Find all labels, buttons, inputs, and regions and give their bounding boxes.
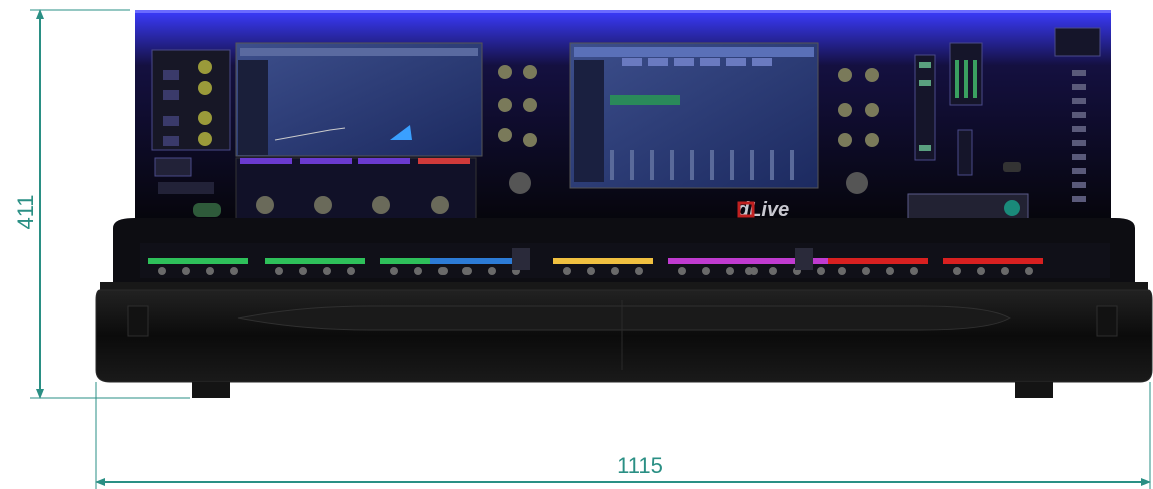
strip-knob (745, 267, 753, 275)
strip-knob (977, 267, 985, 275)
strip-colour-bar (735, 258, 835, 264)
console-base (95, 282, 1153, 398)
right-foot (1015, 382, 1053, 398)
strip-knob (488, 267, 496, 275)
strip-knob (206, 267, 214, 275)
strip-knob (838, 267, 846, 275)
strip-knob (611, 267, 619, 275)
strip-knob (390, 267, 398, 275)
strip-colour-bar (943, 258, 1043, 264)
strip-knob (635, 267, 643, 275)
softkey-column (914, 54, 936, 161)
strip-knob (440, 267, 448, 275)
rotary-encoder-right (846, 172, 868, 194)
width-dimension-label: 1115 (617, 453, 663, 478)
strip-knob (910, 267, 918, 275)
strip-knob (726, 267, 734, 275)
strip-knob (299, 267, 307, 275)
strip-knob (1001, 267, 1009, 275)
strip-knob (817, 267, 825, 275)
strip-knob (230, 267, 238, 275)
pfl-button (193, 203, 221, 217)
dlive-console-dimension-drawing: dLive 411 1115 (13, 8, 1153, 489)
rotary-encoder (509, 172, 531, 194)
strip-knob (769, 267, 777, 275)
strip-colour-bar (553, 258, 653, 264)
strip-knob (953, 267, 961, 275)
fader-strip-section (113, 218, 1135, 288)
strip-knob (563, 267, 571, 275)
strip-knob (1025, 267, 1033, 275)
console-surface: dLive (135, 10, 1111, 232)
strip-knob (678, 267, 686, 275)
strip-knob (182, 267, 190, 275)
strip-knob (323, 267, 331, 275)
strip-knob (275, 267, 283, 275)
strip-knob (862, 267, 870, 275)
strip-knob (702, 267, 710, 275)
strip-knob (158, 267, 166, 275)
strip-knob (886, 267, 894, 275)
height-dimension-label: 411 (13, 194, 38, 229)
left-foot (192, 382, 230, 398)
strip-knob (587, 267, 595, 275)
left-touchscreen (235, 42, 483, 157)
strip-colour-bar (148, 258, 248, 264)
width-dimension: 1115 (95, 382, 1151, 489)
strip-knob (414, 267, 422, 275)
right-io-panel (1054, 27, 1101, 57)
strip-knob (464, 267, 472, 275)
strip-colour-bar (265, 258, 365, 264)
strip-colour-bar (828, 258, 928, 264)
strip-knob (347, 267, 355, 275)
